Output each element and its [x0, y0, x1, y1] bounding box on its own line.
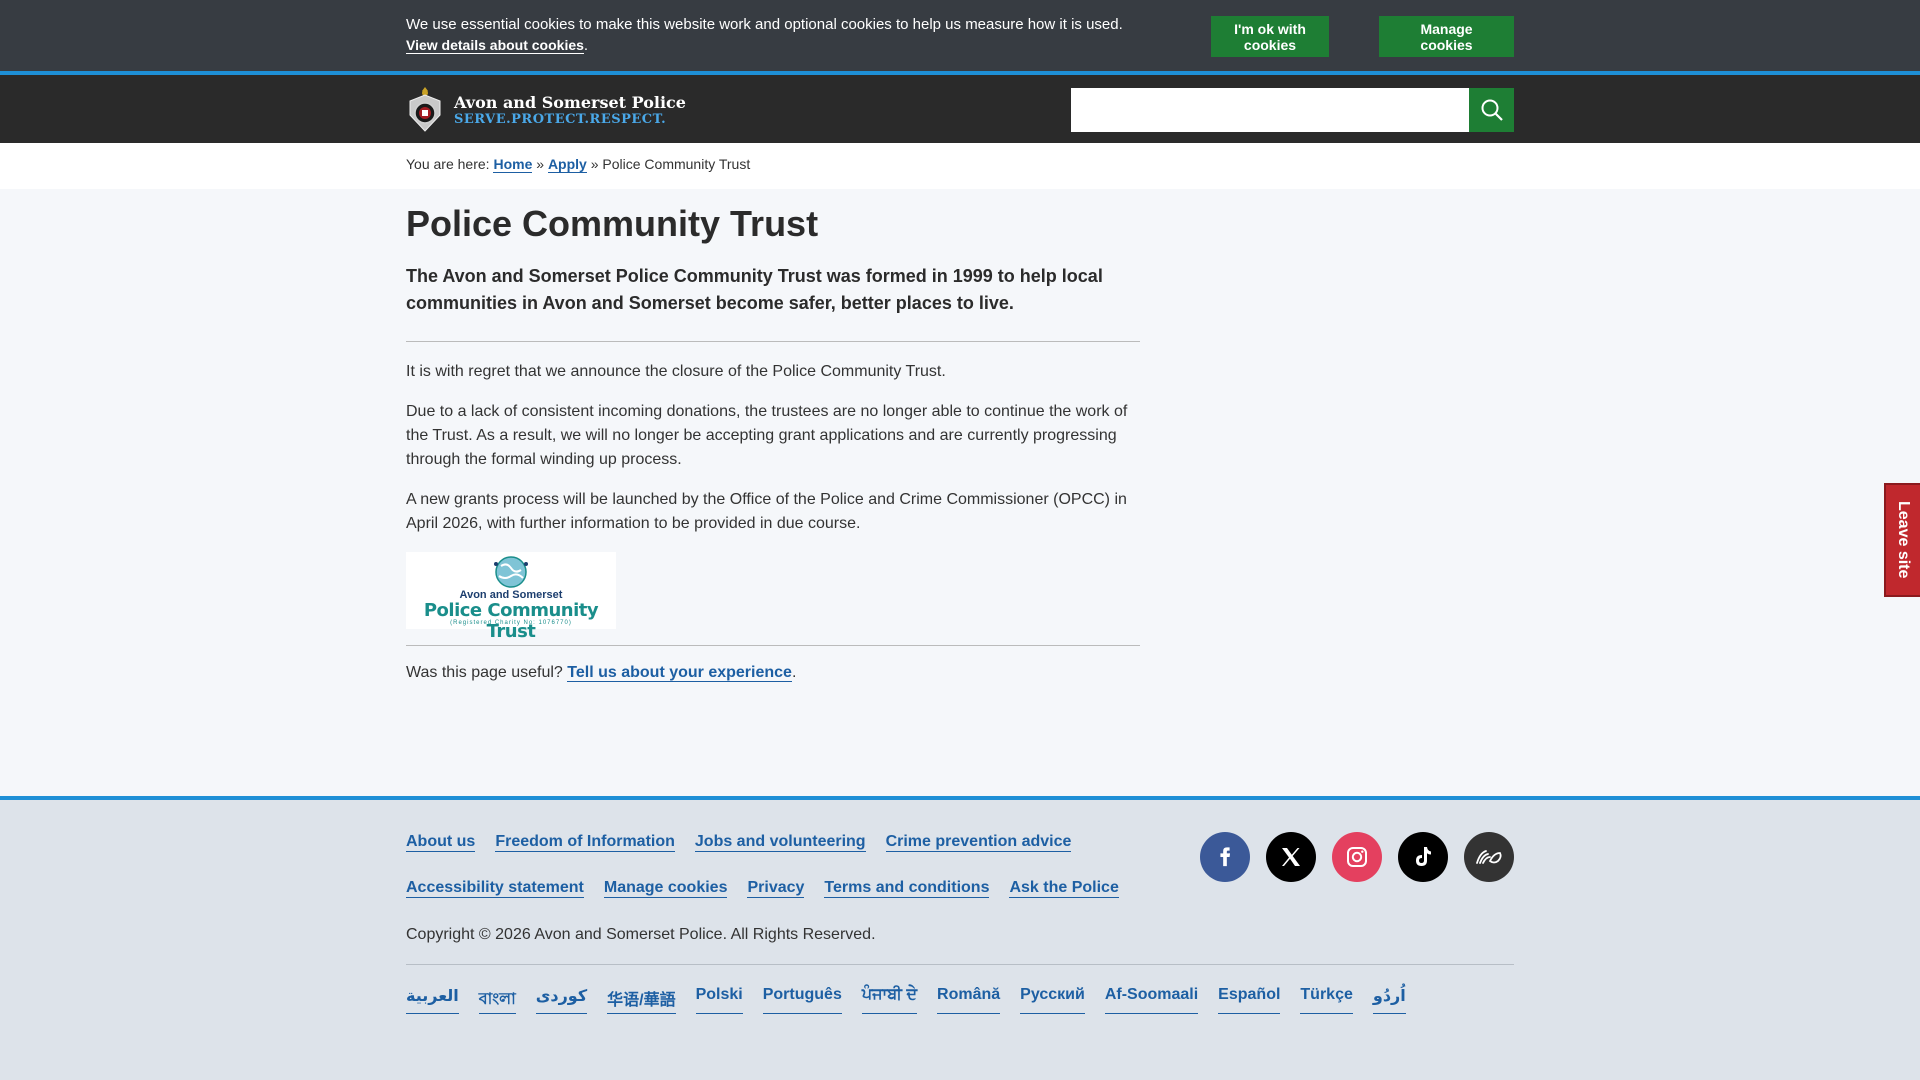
language-link-punjabi[interactable]: ਪੰਜਾਬੀ ਦੇ: [861, 986, 918, 1014]
x-button[interactable]: [1266, 832, 1316, 882]
footer-link-about[interactable]: About us: [406, 833, 476, 852]
footer-link-jobs[interactable]: Jobs and volunteering: [694, 833, 866, 852]
breadcrumb: You are here: Home » Apply » Police Comm…: [0, 143, 1920, 189]
breadcrumb-home-link[interactable]: Home: [493, 156, 533, 173]
footer-links-row: About us Freedom of Information Jobs and…: [406, 833, 1072, 852]
site-footer: About us Freedom of Information Jobs and…: [0, 796, 1920, 1080]
breadcrumb-apply-link[interactable]: Apply: [547, 156, 587, 173]
page-feedback: Was this page useful? Tell us about your…: [406, 645, 1140, 682]
cookie-text: We use essential cookies to make this we…: [406, 16, 1123, 33]
breadcrumb-separator: »: [536, 156, 545, 172]
language-links-row: العربية বাংলা کوردی 华语/華語 Polski Portugu…: [406, 986, 1406, 1014]
tiktok-icon: [1416, 847, 1431, 866]
footer-link-terms[interactable]: Terms and conditions: [824, 879, 990, 898]
cookie-message: We use essential cookies to make this we…: [406, 16, 1123, 54]
org-tagline: SERVE.PROTECT.RESPECT.: [454, 112, 667, 127]
feedback-question: Was this page useful?: [406, 664, 563, 681]
police-crest-icon[interactable]: [406, 85, 444, 133]
leave-site-button[interactable]: Leave site: [1884, 483, 1920, 597]
footer-links-row: Accessibility statement Manage cookies P…: [406, 879, 1119, 898]
globe-logo-icon: [494, 556, 528, 588]
site-header: Avon and Somerset Police SERVE.PROTECT.R…: [0, 75, 1920, 143]
footer-divider: [406, 964, 1514, 965]
instagram-button[interactable]: [1332, 832, 1382, 882]
language-link-arabic[interactable]: العربية: [406, 986, 459, 1014]
language-link-turkish[interactable]: Türkçe: [1300, 986, 1353, 1014]
page-title: Police Community Trust: [406, 203, 819, 244]
language-link-chinese[interactable]: 华语/華語: [607, 986, 676, 1014]
main-content: Police Community Trust The Avon and Some…: [406, 203, 1514, 682]
facebook-icon: [1220, 847, 1231, 867]
search-icon: [1481, 99, 1503, 121]
x-icon: [1282, 848, 1300, 866]
breadcrumb-prefix: You are here:: [406, 156, 490, 172]
leave-site-label: Leave site: [1895, 501, 1912, 579]
footer-link-ask-police[interactable]: Ask the Police: [1009, 879, 1119, 898]
footer-link-manage-cookies[interactable]: Manage cookies: [603, 879, 728, 898]
body-paragraph: Due to a lack of consistent incoming don…: [406, 403, 1128, 468]
instagram-icon: [1347, 847, 1367, 867]
search-button[interactable]: [1469, 88, 1514, 132]
cookie-details-link[interactable]: View details about cookies: [406, 37, 584, 54]
breadcrumb-current: Police Community Trust: [602, 156, 751, 172]
body-paragraph: A new grants process will be launched by…: [406, 491, 1127, 532]
org-name[interactable]: Avon and Somerset Police: [454, 93, 686, 112]
cookie-banner: We use essential cookies to make this we…: [0, 0, 1920, 75]
breadcrumb-separator: »: [590, 156, 599, 172]
footer-link-accessibility[interactable]: Accessibility statement: [406, 879, 584, 898]
feedback-link[interactable]: Tell us about your experience: [567, 664, 792, 682]
language-link-russian[interactable]: Русский: [1020, 986, 1085, 1014]
trust-logo-image: Avon and Somerset Police Community Trust…: [406, 552, 616, 642]
language-link-kurdish[interactable]: کوردی: [535, 986, 588, 1014]
footer-link-foi[interactable]: Freedom of Information: [495, 833, 675, 852]
facebook-button[interactable]: [1200, 832, 1250, 882]
body-paragraph: It is with regret that we announce the c…: [406, 363, 946, 380]
lead-paragraph: The Avon and Somerset Police Community T…: [406, 263, 1140, 342]
language-link-polish[interactable]: Polski: [695, 986, 743, 1014]
language-link-bengali[interactable]: বাংলা: [478, 986, 516, 1014]
accept-cookies-button[interactable]: I'm ok with cookies: [1211, 16, 1329, 57]
language-link-portuguese[interactable]: Português: [762, 986, 842, 1014]
manage-cookies-button[interactable]: Manage cookies: [1379, 16, 1514, 57]
footer-link-crime-prevention[interactable]: Crime prevention advice: [885, 833, 1072, 852]
language-link-somali[interactable]: Af-Soomaali: [1104, 986, 1199, 1014]
sign-language-button[interactable]: [1464, 832, 1514, 882]
language-link-urdu[interactable]: اُردُو: [1372, 986, 1406, 1014]
copyright-text: Copyright © 2026 Avon and Somerset Polic…: [406, 926, 876, 943]
trust-logo-line: (Registered Charity No: 1076770): [450, 620, 572, 626]
language-link-romanian[interactable]: Română: [937, 986, 1001, 1014]
tiktok-button[interactable]: [1398, 832, 1448, 882]
language-link-spanish[interactable]: Español: [1218, 986, 1281, 1014]
sign-language-icon: [1476, 850, 1502, 864]
search-input[interactable]: [1071, 88, 1469, 132]
footer-link-privacy[interactable]: Privacy: [747, 879, 805, 898]
